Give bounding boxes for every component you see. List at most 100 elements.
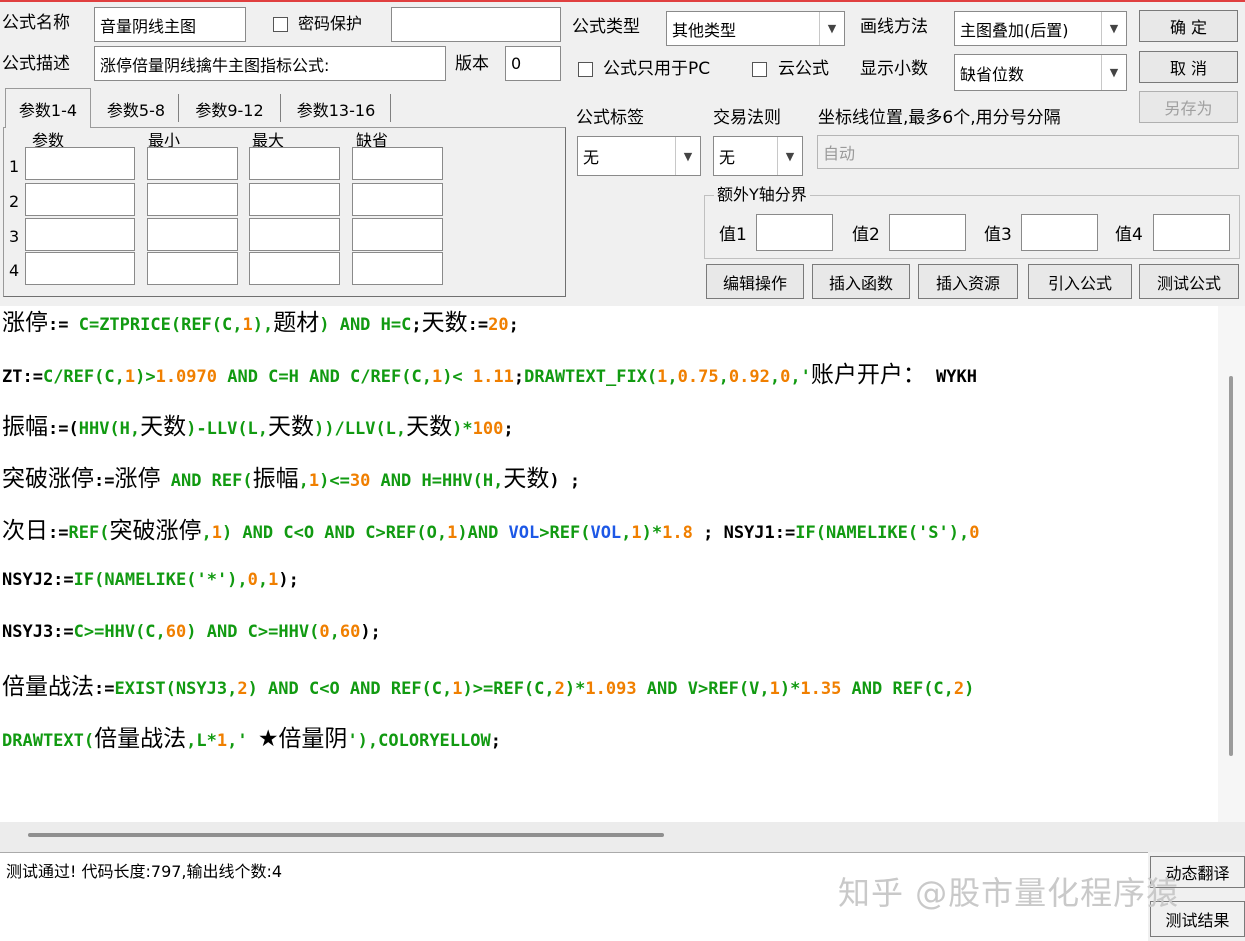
param-1-max-input[interactable] (249, 147, 340, 180)
extra-y-axis-title: 额外Y轴分界 (714, 187, 810, 203)
value-3-input[interactable] (1021, 214, 1098, 251)
code-token: 1 (268, 570, 279, 590)
code-token: , (718, 367, 729, 387)
code-token: 60 (339, 622, 361, 642)
chevron-down-icon[interactable]: ▼ (675, 137, 700, 175)
code-token: )>=REF(C, (462, 679, 555, 699)
formula-tag-select[interactable]: 无 ▼ (577, 136, 701, 176)
code-token: 题材 (273, 310, 320, 336)
formula-name-label: 公式名称 (2, 13, 70, 33)
code-token: 1 (124, 367, 136, 387)
test-formula-button[interactable]: 测试公式 (1139, 264, 1239, 299)
param-4-name-input[interactable] (25, 252, 135, 285)
param-3-name-input[interactable] (25, 218, 135, 251)
param-3-min-input[interactable] (147, 218, 238, 251)
code-token: 100 (472, 419, 504, 439)
vertical-scrollbar-thumb[interactable] (1229, 376, 1233, 756)
param-1-default-input[interactable] (352, 147, 443, 180)
param-3-max-input[interactable] (249, 218, 340, 251)
value-2-input[interactable] (889, 214, 966, 251)
tab-params-13-16[interactable]: 参数13-16 (283, 92, 389, 126)
code-token: 突破涨停 (109, 518, 202, 544)
save-as-button[interactable]: 另存为 (1139, 91, 1238, 123)
chevron-down-icon[interactable]: ▼ (1101, 55, 1126, 90)
trade-rule-select[interactable]: 无 ▼ (713, 136, 803, 176)
param-4-max-input[interactable] (249, 252, 340, 285)
code-token: ,' (790, 367, 811, 387)
code-token: 涨停 (2, 310, 48, 336)
chevron-down-icon[interactable]: ▼ (1101, 12, 1126, 45)
code-token: 0.92 (728, 367, 770, 387)
insert-resource-button[interactable]: 插入资源 (918, 264, 1018, 299)
code-token: HHV(H, (78, 419, 141, 439)
formula-tag-value: 无 (583, 148, 600, 167)
param-4-default-input[interactable] (352, 252, 443, 285)
formula-name-input[interactable]: 音量阴线主图 (94, 7, 246, 42)
formula-type-value: 其他类型 (672, 20, 737, 40)
code-token: IF(NAMELIKE('S'), (795, 523, 970, 543)
code-token: VOL (590, 523, 622, 543)
formula-type-select[interactable]: 其他类型 ▼ (666, 11, 845, 46)
draw-method-select[interactable]: 主图叠加(后置) ▼ (954, 11, 1127, 46)
code-line: NSYJ2:=IF(NAMELIKE('*'),0,1); (2, 572, 299, 589)
code-token: >REF( (539, 523, 591, 543)
value-3-label: 值3 (984, 225, 1012, 245)
tab-separator (390, 94, 391, 122)
code-token: ; (490, 731, 501, 751)
code-editor[interactable]: 涨停:= C=ZTPRICE(REF(C,1),题材) AND H=C;天数:=… (0, 306, 1218, 822)
version-label: 版本 (455, 54, 489, 74)
code-token: ) AND C<O AND REF(C, (247, 679, 453, 699)
insert-function-button[interactable]: 插入函数 (812, 264, 910, 299)
cloud-formula-checkbox[interactable] (752, 62, 767, 77)
password-protect-checkbox[interactable] (273, 17, 288, 32)
value-2-label: 值2 (852, 225, 880, 245)
param-2-min-input[interactable] (147, 183, 238, 216)
code-token: )> (135, 367, 156, 387)
param-2-max-input[interactable] (249, 183, 340, 216)
code-token: 天数 (421, 310, 468, 336)
param-2-name-input[interactable] (25, 183, 135, 216)
code-token: 20 (488, 315, 509, 335)
code-token: 1 (769, 679, 780, 699)
tab-params-1-4[interactable]: 参数1-4 (5, 88, 91, 128)
decimals-label: 显示小数 (860, 59, 928, 79)
code-token: AND REF(C, (841, 679, 954, 699)
code-token: ) AND C<O AND C>REF(O, (221, 523, 448, 543)
horizontal-scrollbar-thumb[interactable] (28, 833, 664, 837)
code-token: ,' (227, 731, 258, 751)
version-input[interactable]: 0 (505, 46, 561, 81)
param-3-default-input[interactable] (352, 218, 443, 251)
edit-operation-button[interactable]: 编辑操作 (706, 264, 804, 299)
code-token: )* (452, 419, 473, 439)
param-1-min-input[interactable] (147, 147, 238, 180)
param-2-default-input[interactable] (352, 183, 443, 216)
value-1-input[interactable] (756, 214, 833, 251)
code-token: , (329, 622, 340, 642)
value-4-input[interactable] (1153, 214, 1230, 251)
chevron-down-icon[interactable]: ▼ (777, 137, 802, 175)
chevron-down-icon[interactable]: ▼ (819, 12, 844, 45)
tab-params-5-8[interactable]: 参数5-8 (95, 92, 177, 126)
code-token: 2 (554, 679, 565, 699)
formula-desc-input[interactable]: 涨停倍量阴线擒牛主图指标公式: (94, 46, 446, 81)
tab-params-9-12[interactable]: 参数9-12 (181, 92, 278, 126)
code-token: 倍量战法 (94, 726, 187, 752)
code-token: := (94, 679, 115, 699)
param-4-min-input[interactable] (147, 252, 238, 285)
pc-only-checkbox[interactable] (578, 62, 593, 77)
code-token: 天数 (268, 414, 315, 440)
horizontal-scrollbar-track[interactable] (0, 822, 1245, 852)
axis-lines-input[interactable]: 自动 (817, 135, 1239, 169)
import-formula-button[interactable]: 引入公式 (1028, 264, 1132, 299)
password-input[interactable] (391, 7, 561, 42)
ok-button[interactable]: 确 定 (1139, 10, 1238, 42)
code-token: ZT:= (2, 367, 43, 387)
code-token: ); (360, 622, 381, 642)
cancel-button[interactable]: 取 消 (1139, 51, 1238, 83)
decimals-value: 缺省位数 (960, 64, 1025, 84)
param-1-name-input[interactable] (25, 147, 135, 180)
vertical-scrollbar-track[interactable] (1218, 306, 1245, 822)
code-token: WYKH (925, 367, 977, 387)
code-token: AND REF( (160, 471, 253, 491)
decimals-select[interactable]: 缺省位数 ▼ (954, 54, 1127, 91)
